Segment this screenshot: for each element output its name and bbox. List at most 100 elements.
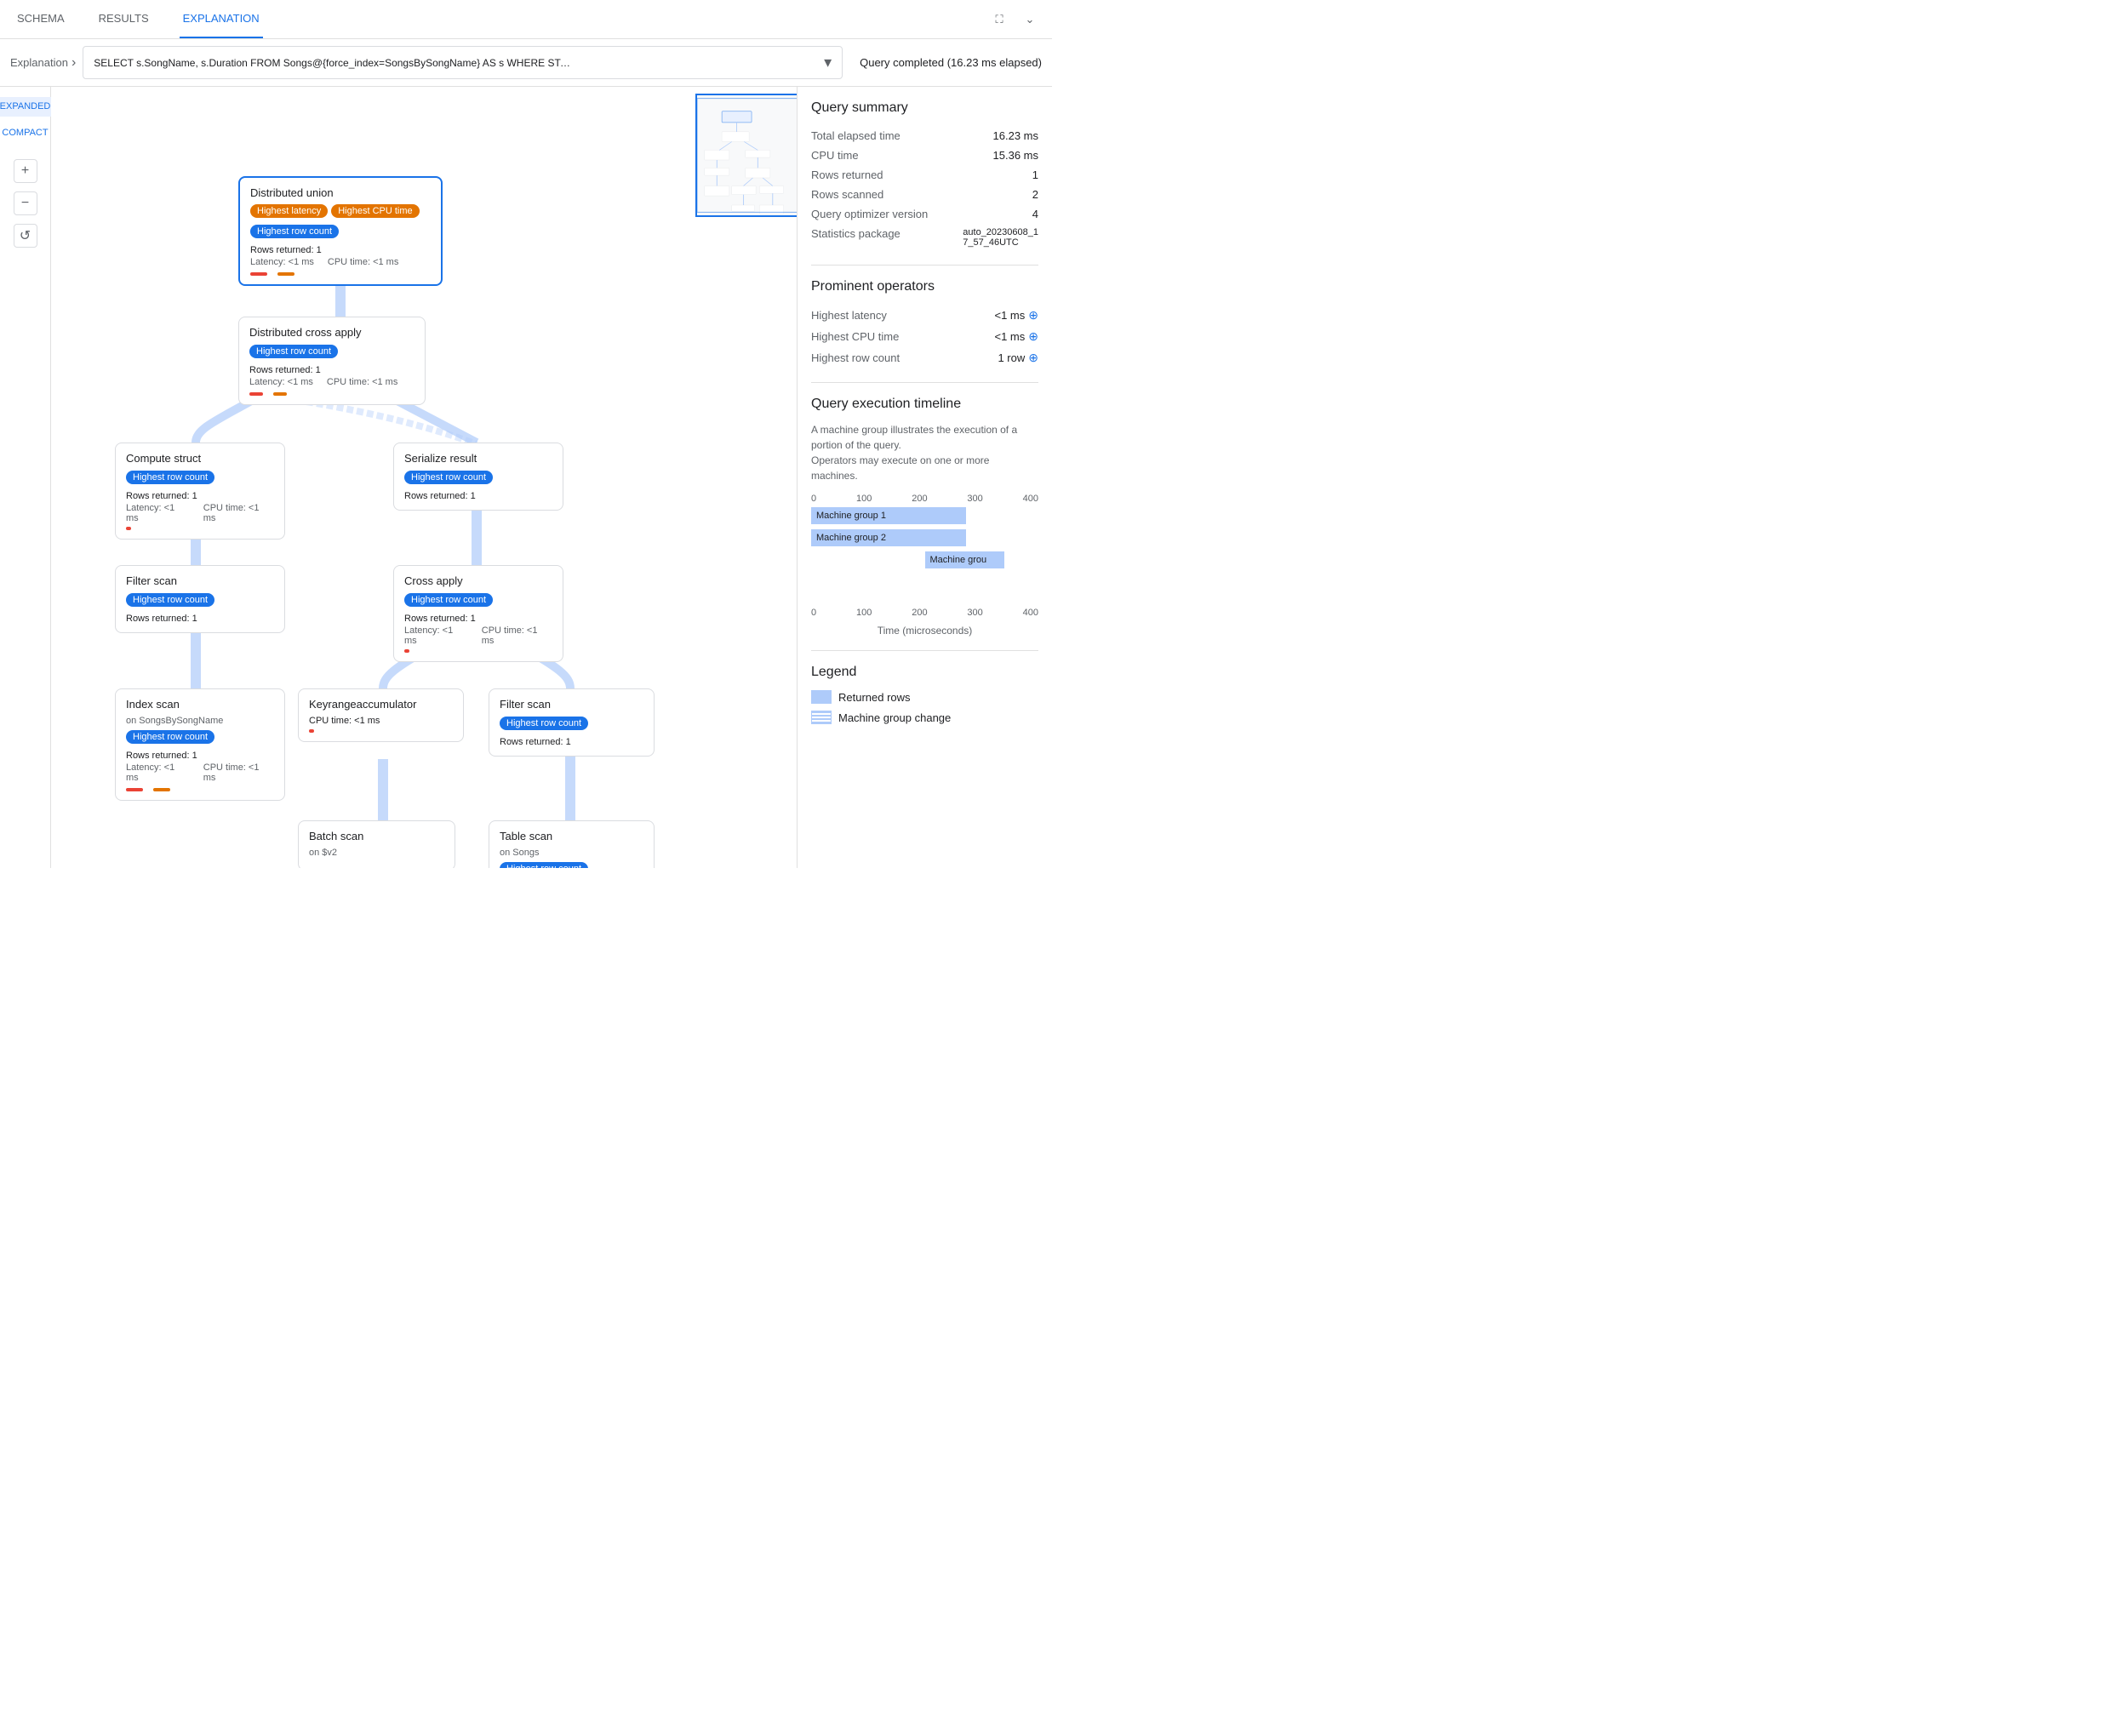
- op-highest-cpu-link[interactable]: ⊕: [1028, 329, 1038, 344]
- node-cross-apply[interactable]: Cross apply Highest row count Rows retur…: [393, 565, 563, 662]
- op-highest-latency: Highest latency <1 ms ⊕: [811, 305, 1038, 326]
- timeline-x-label: Time (microseconds): [811, 625, 1038, 637]
- breadcrumb-label: Explanation: [10, 56, 68, 69]
- op-highest-row-label: Highest row count: [811, 351, 900, 364]
- node-cs-timing: Latency: <1 ms CPU time: <1 ms: [126, 503, 274, 523]
- minimap-svg: [697, 95, 797, 215]
- prominent-operators-section: Prominent operators Highest latency <1 m…: [811, 279, 1038, 368]
- breadcrumb-arrow: ›: [71, 55, 76, 71]
- badge-is-row: Highest row count: [126, 730, 214, 744]
- badge-highest-row: Highest row count: [250, 225, 339, 238]
- legend-returned-rows: Returned rows: [811, 690, 1038, 704]
- zoom-out-btn[interactable]: −: [14, 191, 37, 215]
- node-ca-timing: Latency: <1 ms CPU time: <1 ms: [404, 625, 552, 646]
- node-filter-scan-1[interactable]: Filter scan Highest row count Rows retur…: [115, 565, 285, 633]
- divider-2: [811, 382, 1038, 383]
- node-ca-rows: Rows returned: 1: [404, 614, 552, 624]
- main-content: EXPANDED COMPACT + − ↺: [0, 87, 1052, 868]
- node-distributed-union[interactable]: Distributed union Highest latency Highes…: [238, 176, 443, 286]
- badge-sr-row: Highest row count: [404, 471, 493, 484]
- node-dca-title: Distributed cross apply: [249, 326, 415, 339]
- zoom-in-btn[interactable]: +: [14, 159, 37, 183]
- divider-1: [811, 265, 1038, 266]
- stat-total-elapsed: Total elapsed time 16.23 ms: [811, 126, 1038, 146]
- tab-results[interactable]: RESULTS: [95, 0, 152, 38]
- node-fs1-rows: Rows returned: 1: [126, 614, 274, 624]
- node-distributed-cross-apply[interactable]: Distributed cross apply Highest row coun…: [238, 317, 426, 405]
- timeline-bar-1: Machine group 1: [811, 507, 1038, 524]
- node-dca-timing: Latency: <1 ms CPU time: <1 ms: [249, 377, 415, 387]
- node-ts-subtitle: on Songs: [500, 848, 643, 858]
- node-fs2-title: Filter scan: [500, 698, 643, 711]
- timeline-x-axis: 0100200300400: [811, 494, 1038, 504]
- node-du-rows: Rows returned: 1: [250, 245, 431, 255]
- op-highest-latency-label: Highest latency: [811, 309, 887, 322]
- op-highest-cpu: Highest CPU time <1 ms ⊕: [811, 326, 1038, 347]
- node-is-subtitle: on SongsBySongName: [126, 716, 274, 726]
- legend-title: Legend: [811, 665, 1038, 680]
- node-du-timing: Latency: <1 ms CPU time: <1 ms: [250, 257, 431, 267]
- tab-group: SCHEMA RESULTS EXPLANATION: [14, 0, 263, 38]
- legend-returned-rows-icon: [811, 690, 832, 704]
- badge-dca-row: Highest row count: [249, 345, 338, 358]
- timeline-section: Query execution timeline A machine group…: [811, 397, 1038, 637]
- tab-schema[interactable]: SCHEMA: [14, 0, 68, 38]
- query-text: SELECT s.SongName, s.Duration FROM Songs…: [94, 57, 570, 69]
- timeline-bar-1-label: Machine group 1: [811, 511, 891, 521]
- node-batch-scan[interactable]: Batch scan on $v2: [298, 820, 455, 868]
- node-distributed-union-title: Distributed union: [250, 186, 431, 199]
- stat-cpu-time: CPU time 15.36 ms: [811, 146, 1038, 165]
- stat-rows-scanned-label: Rows scanned: [811, 188, 883, 201]
- timeline-bar-2-label: Machine group 2: [811, 533, 891, 543]
- node-bs-subtitle: on $v2: [309, 848, 444, 858]
- stat-total-elapsed-label: Total elapsed time: [811, 129, 900, 142]
- query-dropdown-icon[interactable]: ▾: [824, 54, 832, 71]
- node-serialize-result[interactable]: Serialize result Highest row count Rows …: [393, 443, 563, 511]
- op-highest-row-link[interactable]: ⊕: [1028, 351, 1038, 365]
- timeline-bar-3-label: Machine grou: [925, 555, 992, 565]
- node-sr-title: Serialize result: [404, 452, 552, 465]
- zoom-reset-btn[interactable]: ↺: [14, 224, 37, 248]
- query-summary-title: Query summary: [811, 100, 1038, 116]
- query-status: Query completed (16.23 ms elapsed): [860, 56, 1042, 69]
- query-bar: Explanation › SELECT s.SongName, s.Durat…: [0, 39, 1052, 87]
- stat-rows-scanned-value: 2: [1032, 188, 1038, 201]
- chevron-down-icon[interactable]: ⌄: [1021, 11, 1038, 28]
- node-ca-title: Cross apply: [404, 574, 552, 587]
- op-highest-row: Highest row count 1 row ⊕: [811, 347, 1038, 368]
- tab-actions: ⛶ ⌄: [991, 11, 1038, 28]
- tab-explanation[interactable]: EXPLANATION: [180, 0, 263, 38]
- node-filter-scan-2[interactable]: Filter scan Highest row count Rows retur…: [489, 688, 655, 757]
- node-index-scan[interactable]: Index scan on SongsBySongName Highest ro…: [115, 688, 285, 801]
- timeline-bar-2: Machine group 2: [811, 529, 1038, 546]
- stat-rows-scanned: Rows scanned 2: [811, 185, 1038, 204]
- node-table-scan[interactable]: Table scan on Songs Highest row count Ro…: [489, 820, 655, 868]
- stat-rows-returned-label: Rows returned: [811, 168, 883, 181]
- compact-view-btn[interactable]: COMPACT: [0, 123, 57, 143]
- divider-3: [811, 650, 1038, 651]
- node-ts-title: Table scan: [500, 830, 643, 842]
- node-kra-title: Keyrangeaccumulator: [309, 698, 453, 711]
- op-highest-latency-link[interactable]: ⊕: [1028, 308, 1038, 323]
- node-bs-title: Batch scan: [309, 830, 444, 842]
- badge-highest-latency: Highest latency: [250, 204, 328, 218]
- expanded-view-btn[interactable]: EXPANDED: [0, 97, 59, 117]
- badge-fs1-row: Highest row count: [126, 593, 214, 607]
- timeline-x-axis-bottom: 0100200300400: [811, 608, 1038, 618]
- expand-icon[interactable]: ⛶: [991, 11, 1008, 28]
- prominent-operators-title: Prominent operators: [811, 279, 1038, 294]
- badge-cs-row: Highest row count: [126, 471, 214, 484]
- op-highest-cpu-label: Highest CPU time: [811, 330, 899, 343]
- node-keyrange-accumulator[interactable]: Keyrangeaccumulator CPU time: <1 ms: [298, 688, 464, 742]
- badge-highest-cpu: Highest CPU time: [331, 204, 419, 218]
- stat-rows-returned: Rows returned 1: [811, 165, 1038, 185]
- breadcrumb[interactable]: Explanation ›: [10, 55, 76, 71]
- op-highest-cpu-value: <1 ms ⊕: [995, 329, 1039, 344]
- node-cs-title: Compute struct: [126, 452, 274, 465]
- minimap[interactable]: [695, 94, 797, 217]
- badge-ts-row: Highest row count: [500, 862, 588, 868]
- node-compute-struct[interactable]: Compute struct Highest row count Rows re…: [115, 443, 285, 540]
- node-cs-rows: Rows returned: 1: [126, 491, 274, 501]
- query-select[interactable]: SELECT s.SongName, s.Duration FROM Songs…: [83, 46, 843, 79]
- stat-optimizer-version: Query optimizer version 4: [811, 204, 1038, 224]
